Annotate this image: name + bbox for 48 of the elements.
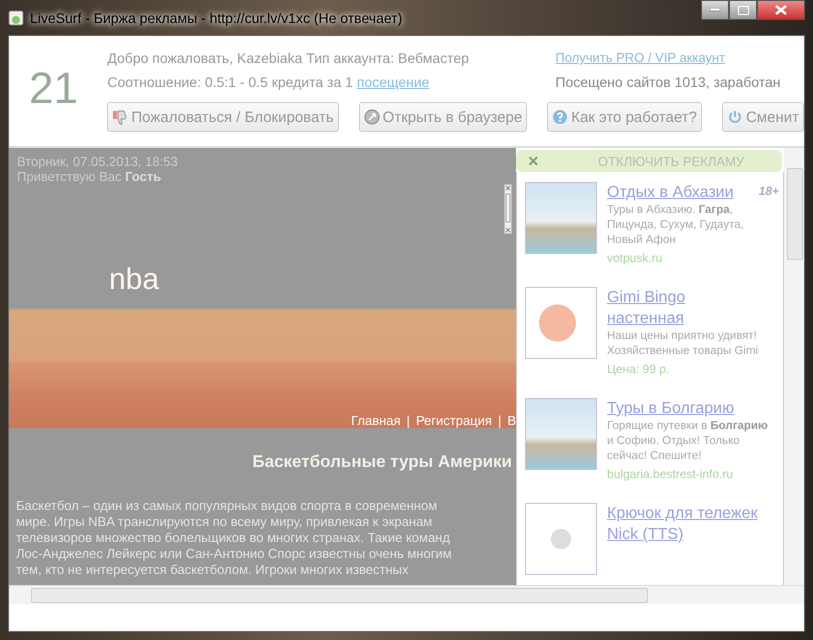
close-ads-button[interactable]: × bbox=[516, 150, 598, 172]
stats-text: Посещено сайтов 1013, заработан bbox=[555, 74, 781, 90]
beach-photo bbox=[525, 182, 597, 254]
nav-separator: | bbox=[406, 413, 410, 428]
maximize-button[interactable] bbox=[729, 0, 757, 20]
help-icon bbox=[552, 109, 568, 125]
ratio-text: Соотношение: 0.5:1 - 0.5 кредита за 1 посещение bbox=[107, 74, 430, 90]
ad-description: Наши цены приятно удивят! Хозяйственные товары Gimi bbox=[607, 329, 760, 359]
nav-link[interactable]: Главная bbox=[351, 413, 401, 428]
close-button[interactable] bbox=[757, 0, 805, 20]
visit-link[interactable]: посещение bbox=[356, 74, 430, 90]
minimize-icon bbox=[710, 8, 720, 12]
report-button[interactable]: Пожаловаться / Блокировать bbox=[107, 102, 339, 132]
age-rating: 18+ bbox=[758, 184, 779, 198]
ad-source: Цена: 99 р. bbox=[607, 362, 670, 376]
vertical-scrollbar[interactable] bbox=[784, 148, 804, 585]
browser-button[interactable]: Открыть в браузере bbox=[358, 102, 528, 132]
ad-title-link[interactable]: Gimi Bingo настенная bbox=[607, 287, 762, 329]
pro-account-link[interactable]: Получить PRO / VIP аккаунт bbox=[555, 50, 726, 66]
ad-description: Туры в Абхазию. Гагра, Пицунда, Сухум, Гудаута, Новый Афон bbox=[607, 203, 745, 248]
nav-link[interactable]: В bbox=[507, 413, 516, 428]
minimize-button[interactable] bbox=[701, 0, 729, 20]
close-icon bbox=[775, 5, 787, 15]
ad-source: bulgaria.bestrest-info.ru bbox=[607, 467, 734, 481]
welcome-text: Добро пожаловать, Kazebiaka Тип аккаунта: Вебмастер bbox=[107, 50, 470, 66]
horizontal-scrollbar[interactable] bbox=[9, 585, 804, 604]
thumb-down-icon bbox=[112, 109, 128, 125]
article-paragraph: Баскетбол – один из самых популярных видов спорта в современном мире. Игры NBA транслируются по всему миру, привлекая к экранам телевизоров множество болельщиков во многих странах. Такие команд Лос-Анджелес Лейкерс или Сан-Антонио Спорс известны очень многим тем, кто не интересуется баскетболом. Игроки многих известных bbox=[16, 498, 453, 578]
counter: 21 bbox=[28, 63, 79, 115]
maximize-icon bbox=[738, 6, 748, 14]
nav-link[interactable]: Регистрация bbox=[416, 413, 492, 428]
help-button[interactable]: Как это работает? bbox=[547, 102, 702, 132]
beach-photo bbox=[525, 398, 597, 470]
switch-button[interactable]: Сменит bbox=[722, 102, 804, 132]
ad-source: votpusk.ru bbox=[607, 251, 664, 265]
product-photo bbox=[525, 503, 597, 575]
window-title: LiveSurf - Биржа рекламы - http://cur.lv/v1xc (Не отвечает) bbox=[30, 10, 402, 26]
power-icon bbox=[726, 109, 743, 125]
product-photo bbox=[525, 287, 597, 359]
ad-description: Горящие путевки в Болгарию и Софию. Отдых! Только сейчас! Спешите! bbox=[607, 419, 769, 464]
ad-tag-icon bbox=[504, 184, 512, 234]
article-heading: Баскетбольные туры Америки bbox=[251, 452, 513, 472]
nav-separator: | bbox=[498, 413, 502, 428]
ad-title-link[interactable]: Крючок для тележек Nick (TTS) bbox=[607, 503, 762, 545]
globe-icon bbox=[364, 109, 380, 125]
ad-title-link[interactable]: Туры в Болгарию bbox=[607, 398, 762, 419]
app-icon bbox=[8, 10, 24, 26]
site-logo: nba bbox=[109, 263, 160, 297]
